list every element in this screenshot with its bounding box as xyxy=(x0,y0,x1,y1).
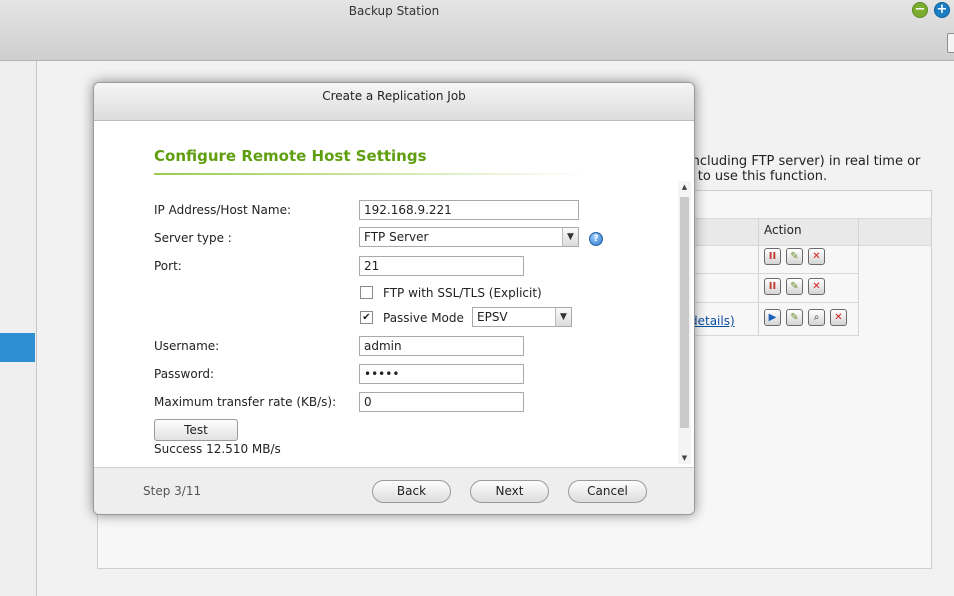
help-icon[interactable]: ? xyxy=(589,232,603,246)
dialog-body: Configure Remote Host Settings IP Addres… xyxy=(94,121,694,466)
selected-nav-item[interactable] xyxy=(0,333,35,362)
server-type-select[interactable]: FTP Server ▼ xyxy=(359,227,579,247)
play-icon[interactable]: ▶ xyxy=(764,309,781,326)
background-description: s (including FTP server) in real time or… xyxy=(672,154,952,184)
chevron-down-icon[interactable]: ▼ xyxy=(562,228,578,246)
passive-mode-label: Passive Mode xyxy=(383,311,464,325)
passive-mode-checkbox[interactable]: ✔ xyxy=(360,311,373,324)
delete-icon[interactable]: ✕ xyxy=(808,278,825,295)
server-type-label: Server type : xyxy=(154,231,232,245)
section-title: Configure Remote Host Settings xyxy=(154,147,427,165)
view-log-icon[interactable]: ⌕ xyxy=(808,309,825,326)
delete-icon[interactable]: ✕ xyxy=(808,248,825,265)
minimize-icon[interactable]: − xyxy=(912,2,928,18)
port-label: Port: xyxy=(154,259,182,273)
section-divider xyxy=(154,173,584,175)
chevron-down-icon[interactable]: ▼ xyxy=(555,308,571,326)
ssl-checkbox[interactable] xyxy=(360,286,373,299)
dialog-title: Create a Replication Job xyxy=(322,89,466,103)
scroll-up-icon[interactable]: ▲ xyxy=(678,181,691,193)
details-link[interactable]: details) xyxy=(690,314,735,328)
dialog-scrollbar[interactable]: ▲ ▼ xyxy=(678,181,691,464)
ip-address-label: IP Address/Host Name: xyxy=(154,203,292,217)
delete-icon[interactable]: ✕ xyxy=(830,309,847,326)
edit-icon[interactable]: ✎ xyxy=(786,248,803,265)
scroll-thumb[interactable] xyxy=(680,197,689,428)
password-input[interactable] xyxy=(359,364,524,384)
replication-job-dialog: Create a Replication Job Configure Remot… xyxy=(93,82,695,515)
passive-mode-value: EPSV xyxy=(477,310,508,324)
max-transfer-rate-input[interactable] xyxy=(359,392,524,412)
next-button[interactable]: Next xyxy=(470,480,549,503)
cancel-button[interactable]: Cancel xyxy=(568,480,647,503)
max-transfer-rate-label: Maximum transfer rate (KB/s): xyxy=(154,395,337,409)
edit-icon[interactable]: ✎ xyxy=(786,278,803,295)
password-label: Password: xyxy=(154,367,215,381)
port-input[interactable] xyxy=(359,256,524,276)
pause-icon[interactable]: II xyxy=(764,248,781,265)
app-titlebar: Backup Station − + xyxy=(0,0,954,61)
action-column-header: Action xyxy=(764,223,802,237)
ssl-checkbox-label: FTP with SSL/TLS (Explicit) xyxy=(383,286,542,300)
passive-mode-select[interactable]: EPSV ▼ xyxy=(472,307,572,327)
left-navigation-panel xyxy=(0,61,37,596)
username-label: Username: xyxy=(154,339,220,353)
add-icon[interactable]: + xyxy=(934,2,950,18)
edit-icon[interactable]: ✎ xyxy=(786,309,803,326)
test-button[interactable]: Test xyxy=(154,419,238,441)
server-type-value: FTP Server xyxy=(364,230,429,244)
background-description-line1: s (including FTP server) in real time or xyxy=(672,154,921,169)
ip-address-input[interactable] xyxy=(359,200,579,220)
app-title: Backup Station xyxy=(348,4,440,18)
scroll-down-icon[interactable]: ▼ xyxy=(678,452,691,464)
dialog-header: Create a Replication Job xyxy=(94,83,694,121)
toolbar-button-stub[interactable] xyxy=(947,33,954,53)
background-description-line2: der to use this function. xyxy=(672,169,828,184)
username-input[interactable] xyxy=(359,336,524,356)
pause-icon[interactable]: II xyxy=(764,278,781,295)
step-indicator: Step 3/11 xyxy=(143,484,202,498)
back-button[interactable]: Back xyxy=(372,480,451,503)
column-separator xyxy=(858,218,859,336)
test-result: Success 12.510 MB/s xyxy=(154,442,281,456)
